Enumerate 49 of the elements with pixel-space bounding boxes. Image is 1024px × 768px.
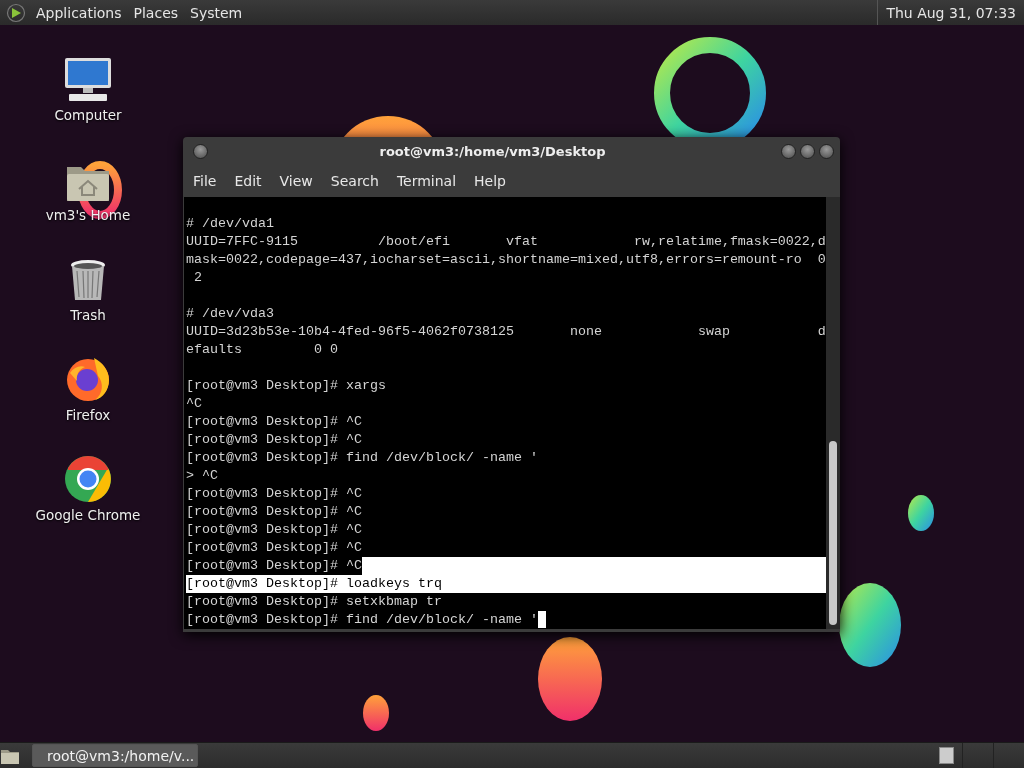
window-menu-button[interactable] <box>193 143 208 159</box>
menu-item[interactable]: Edit <box>228 169 274 193</box>
icon-label[interactable]: Trash <box>70 307 106 323</box>
terminal-line: ^C <box>186 395 202 413</box>
panel-menu[interactable]: Applications <box>30 0 128 25</box>
monitor-icon[interactable] <box>63 57 113 103</box>
maximize-button[interactable] <box>800 143 815 159</box>
menu-item[interactable]: Terminal <box>390 169 469 193</box>
terminal-line: # /dev/vda1 <box>186 215 274 233</box>
menu-item[interactable]: Search <box>324 169 391 193</box>
panel-menu[interactable]: System <box>184 0 249 25</box>
scroll-thumb[interactable] <box>828 441 837 625</box>
terminal-line: 2 <box>193 269 202 287</box>
terminal-line: mask=0022,codepage=437,iocharset=ascii,shortname=mixed,utf8,errors=remount-ro 0 <box>186 251 826 269</box>
scrollbar[interactable] <box>825 197 840 629</box>
tricolor-circle-icon[interactable] <box>64 455 112 503</box>
workspace-switcher[interactable] <box>939 747 954 764</box>
terminal-line: [root@vm3 Desktop]# setxkbmap tr <box>186 593 442 611</box>
menu-item[interactable]: View <box>273 169 325 193</box>
terminal-line: [root@vm3 Desktop]# find /dev/block/ -name ' <box>186 449 538 467</box>
icon-label[interactable]: Computer <box>54 107 122 123</box>
terminal-line: [root@vm3 Desktop]# ^C <box>186 431 362 449</box>
trash-icon[interactable] <box>69 259 107 303</box>
terminal-line: [root@vm3 Desktop]# xargs <box>186 377 386 395</box>
menu-item[interactable]: File <box>187 169 229 193</box>
terminal-line: [root@vm3 Desktop]# ^C <box>186 413 362 431</box>
taskbar-button[interactable]: root@vm3:/home/v... <box>32 744 198 767</box>
terminal-line: UUID=3d23b53e-10b4-4fed-96f5-4062f0738125 none swap d <box>186 323 826 341</box>
icon-label[interactable]: Google Chrome <box>35 507 141 523</box>
terminal-line: [root@vm3 Desktop]# find /dev/block/ -name ' <box>186 611 538 629</box>
fox-globe-icon[interactable] <box>64 355 112 403</box>
logo-icon[interactable] <box>6 2 26 23</box>
terminal-line: # /dev/vda3 <box>186 305 274 323</box>
window-title: root@vm3:/home/vm3/Desktop <box>378 143 607 159</box>
terminal-line: > ^C <box>186 467 218 485</box>
terminal-line: [root@vm3 Desktop]# ^C <box>186 521 362 539</box>
terminal-line: UUID=7FFC-9115 /boot/efi vfat rw,relatime,fmask=0022,d <box>186 233 826 251</box>
menu-item[interactable]: Help <box>468 169 518 193</box>
terminal-line: [root@vm3 Desktop]# ^C <box>186 557 362 575</box>
terminal-line: [root@vm3 Desktop]# ^C <box>186 485 362 503</box>
terminal-line: [root@vm3 Desktop]# ^C <box>186 503 362 521</box>
icon-label[interactable]: Firefox <box>65 407 111 423</box>
minimize-button[interactable] <box>781 143 796 159</box>
clock[interactable]: Thu Aug 31, 07:33 <box>877 0 1024 25</box>
selected-terminal-line: [root@vm3 Desktop]# loadkeys trq <box>186 575 442 593</box>
terminal-line: efaults 0 0 <box>186 341 338 359</box>
close-button[interactable] <box>819 143 834 159</box>
panel-menu[interactable]: Places <box>127 0 185 25</box>
terminal-line: [root@vm3 Desktop]# ^C <box>186 539 362 557</box>
